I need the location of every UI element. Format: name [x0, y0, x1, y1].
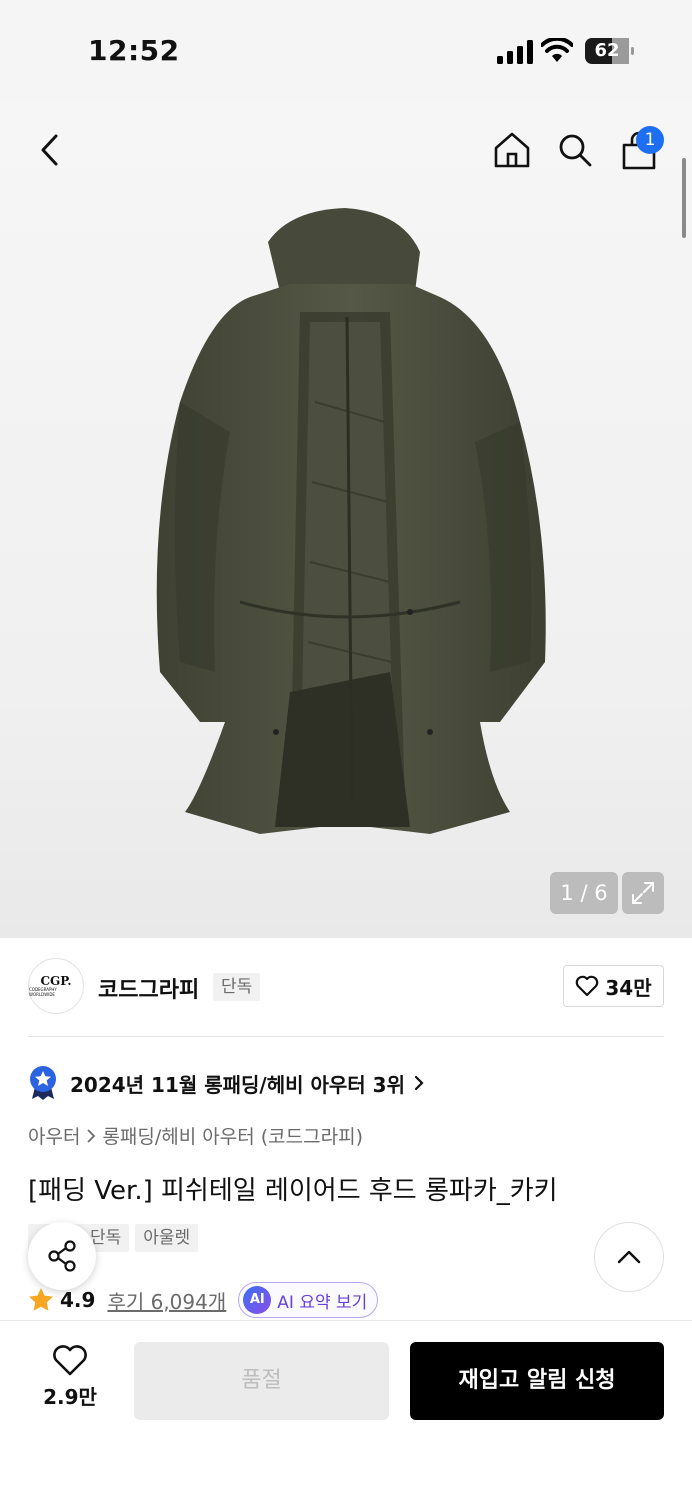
- search-button[interactable]: [553, 128, 597, 172]
- wishlist-count: 2.9만: [43, 1385, 97, 1409]
- cellular-signal-icon: [497, 40, 533, 64]
- wishlist-button[interactable]: 2.9만: [28, 1345, 112, 1415]
- image-counter: 1 / 6: [550, 872, 618, 914]
- brand-exclusive-tag: 단독: [213, 973, 261, 1001]
- brand-like-count: 34만: [605, 975, 652, 1000]
- rating-score: 4.9: [60, 1288, 96, 1312]
- star-icon: [29, 1288, 53, 1311]
- scrollbar[interactable]: [682, 158, 686, 238]
- bottom-action-bar: 2.9만 품절 재입고 알림 신청: [0, 1320, 692, 1500]
- product-tag: 아울렛: [135, 1224, 199, 1252]
- status-bar: 12:52 62: [0, 0, 692, 100]
- divider: [28, 1036, 664, 1037]
- brand-name-link[interactable]: 코드그라피: [98, 972, 199, 1004]
- sold-out-button[interactable]: 품절: [134, 1342, 389, 1420]
- share-button[interactable]: [28, 1222, 96, 1290]
- scroll-to-top-button[interactable]: [594, 1222, 664, 1292]
- search-icon: [559, 134, 592, 167]
- breadcrumb: 아우터 롱패딩/헤비 아우터 (코드그라피): [28, 1122, 363, 1149]
- share-icon: [48, 1240, 76, 1272]
- ai-summary-label: AI 요약 보기: [277, 1292, 368, 1313]
- ranking-link[interactable]: 2024년 11월 롱패딩/헤비 아우터 3위: [28, 1064, 425, 1102]
- heart-icon: [576, 975, 599, 997]
- brand-logo[interactable]: CGP. CODEGRAPHY WORLDWIDE: [28, 958, 84, 1014]
- home-button[interactable]: [490, 128, 534, 172]
- battery-icon: 62: [585, 38, 635, 64]
- brand-logo-subtext: CODEGRAPHY WORLDWIDE: [29, 987, 57, 997]
- brand-like-button[interactable]: 34만: [563, 965, 664, 1007]
- expand-icon: [632, 882, 654, 904]
- back-button[interactable]: [28, 128, 72, 172]
- restock-alert-button[interactable]: 재입고 알림 신청: [410, 1342, 664, 1420]
- chevron-up-icon: [617, 1250, 641, 1264]
- chevron-left-icon: [41, 134, 58, 166]
- expand-image-button[interactable]: [622, 872, 664, 914]
- battery-level: 62: [594, 40, 620, 61]
- chevron-right-icon: [87, 1128, 96, 1143]
- ai-icon: AI: [243, 1286, 272, 1314]
- home-icon: [494, 132, 530, 168]
- brand-logo-text: CGP.: [40, 974, 72, 988]
- product-image-gallery[interactable]: 1 1 / 6: [0, 100, 692, 938]
- ranking-medal-icon: [30, 1066, 56, 1100]
- breadcrumb-subcategory[interactable]: 롱패딩/헤비 아우터 (코드그라피): [102, 1122, 363, 1149]
- breadcrumb-category[interactable]: 아우터: [28, 1122, 80, 1149]
- reviews-link[interactable]: 후기 6,094개: [107, 1286, 226, 1315]
- product-title: [패딩 Ver.] 피쉬테일 레이어드 후드 롱파카_카키: [28, 1176, 558, 1206]
- heart-icon: [53, 1345, 87, 1376]
- status-time: 12:52: [88, 34, 180, 67]
- ranking-text: 2024년 11월 롱패딩/헤비 아우터 3위: [70, 1072, 405, 1097]
- chevron-right-icon: [414, 1075, 424, 1091]
- ai-summary-button[interactable]: AI AI 요약 보기: [238, 1282, 379, 1318]
- product-image[interactable]: [140, 202, 555, 842]
- rating-row: 4.9 후기 6,094개 AI AI 요약 보기: [28, 1282, 379, 1318]
- wifi-icon: [541, 38, 573, 62]
- brand-row: CGP. CODEGRAPHY WORLDWIDE 코드그라피 단독 34만: [28, 958, 664, 1016]
- cart-count-badge: 1: [636, 126, 664, 154]
